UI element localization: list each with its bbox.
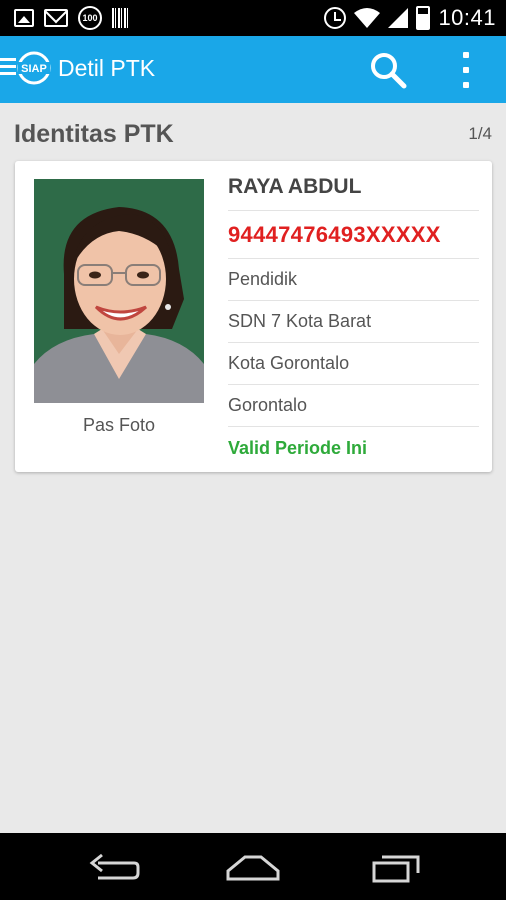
app-title: Detil PTK — [58, 55, 156, 81]
status-bar-notifications: 100 — [14, 6, 130, 30]
app-logo[interactable]: SIAP — [14, 49, 54, 87]
status-bar-system: 10:41 — [324, 4, 496, 32]
photo-caption: Pas Foto — [82, 415, 156, 435]
ptk-name: RAYA ABDUL — [228, 161, 479, 211]
search-icon[interactable] — [368, 50, 408, 90]
ptk-role: Pendidik — [228, 259, 479, 301]
ptk-nuptk: 94447476493XXXXX — [228, 211, 479, 259]
ptk-card[interactable]: Pas Foto RAYA ABDUL 94447476493XXXXX Pen… — [15, 161, 492, 472]
app-logo-text: SIAP — [21, 63, 47, 75]
alarm-icon — [324, 7, 347, 29]
overflow-menu-icon[interactable] — [459, 52, 473, 88]
battery-icon — [416, 6, 431, 30]
profile-photo — [34, 179, 204, 403]
barcode-icon — [112, 8, 130, 28]
signal-icon — [388, 8, 409, 28]
recents-icon[interactable] — [366, 845, 426, 889]
image-icon — [14, 9, 34, 27]
ptk-details: RAYA ABDUL 94447476493XXXXX Pendidik SDN… — [228, 161, 479, 469]
ptk-status: Valid Periode Ini — [228, 437, 368, 458]
wifi-icon — [354, 7, 381, 29]
navigation-bar — [0, 833, 506, 900]
ptk-school: SDN 7 Kota Barat — [228, 301, 479, 343]
page-indicator: 1/4 — [468, 124, 492, 143]
section-title: Identitas PTK — [14, 120, 174, 148]
app-bar: SIAP Detil PTK — [0, 36, 506, 103]
battery-100-icon: 100 — [78, 6, 102, 30]
home-icon[interactable] — [223, 845, 283, 889]
back-icon[interactable] — [84, 845, 144, 889]
clock: 10:41 — [438, 5, 496, 30]
ptk-province: Gorontalo — [228, 385, 479, 427]
status-bar: 100 10:41 — [0, 0, 506, 36]
ptk-city: Kota Gorontalo — [228, 343, 479, 385]
mail-icon — [44, 9, 68, 27]
